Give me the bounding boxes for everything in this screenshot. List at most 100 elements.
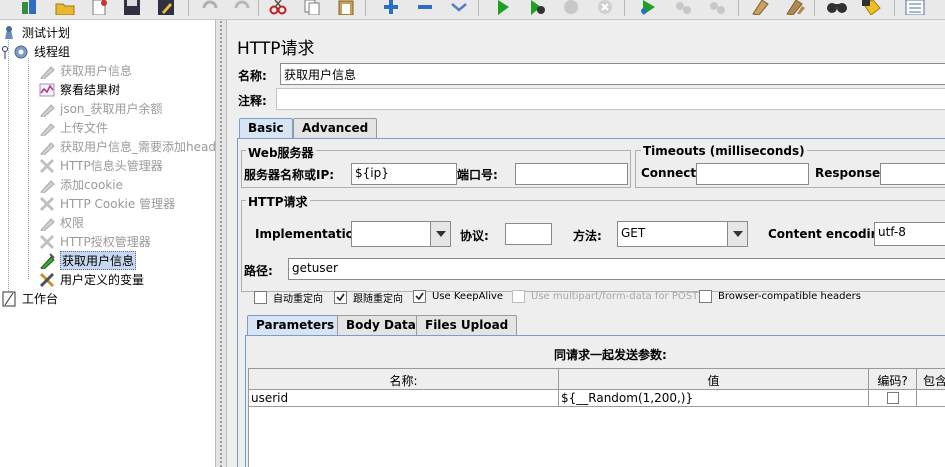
paste-icon[interactable] (335, 0, 357, 15)
implementation-select[interactable] (351, 221, 451, 247)
tree-node-workbench[interactable]: 工作台 (0, 289, 58, 308)
function-helper-icon[interactable] (904, 0, 926, 15)
new-icon[interactable] (88, 0, 110, 15)
split-pane-divider[interactable] (215, 20, 227, 467)
open-icon[interactable] (54, 0, 76, 15)
checkbox-box[interactable] (699, 290, 712, 303)
tree-node-config[interactable]: HTTP信息头管理器 (38, 156, 163, 175)
tree-node-sampler[interactable]: 添加cookie (38, 175, 123, 194)
protocol-field[interactable] (505, 223, 552, 245)
tree-node-sampler-selected[interactable]: 获取用户信息 (38, 251, 137, 270)
comment-field[interactable] (276, 88, 945, 110)
name-field[interactable]: 获取用户信息 (280, 63, 945, 85)
tree-node-label: 上传文件 (60, 121, 109, 135)
tab-basic[interactable]: Basic (239, 118, 293, 139)
cut-icon[interactable] (267, 0, 289, 15)
remote-stop-icon[interactable] (672, 0, 694, 15)
tree-node-config[interactable]: HTTP授权管理器 (38, 232, 151, 251)
tree-node-sampler[interactable]: 获取用户信息 (38, 61, 132, 80)
save-icon[interactable] (121, 0, 143, 15)
multipart-checkbox[interactable]: Use multipart/form-data for POST (512, 290, 698, 303)
remote-exit-icon[interactable] (706, 0, 728, 15)
workbench-icon (0, 291, 18, 307)
tree-node-sampler[interactable]: 上传文件 (38, 118, 108, 137)
pipette-icon (38, 252, 56, 269)
tree-node-sampler[interactable]: json_获取用户余额 (38, 99, 163, 118)
encode-checkbox[interactable] (886, 392, 899, 404)
param-value-cell[interactable]: ${__Random(1,200,)} (559, 390, 869, 407)
tree-node-label: 测试计划 (22, 26, 71, 40)
tree-node-test-plan[interactable]: 测试计划 (0, 23, 70, 42)
browser-headers-checkbox[interactable]: Browser-compatible headers (699, 290, 861, 303)
auto-redirect-checkbox[interactable]: 自动重定向 (254, 290, 323, 305)
tab-parameters[interactable]: Parameters (247, 315, 344, 336)
web-server-title: Web服务器 (246, 144, 316, 161)
chevron-down-icon[interactable] (430, 222, 450, 246)
server-field[interactable]: ${ip} (351, 163, 457, 185)
path-field[interactable]: getuser (288, 258, 945, 280)
checkbox-label: Browser-compatible headers (718, 291, 861, 302)
shutdown-icon[interactable] (594, 0, 616, 15)
tree-node-label: HTTP Cookie 管理器 (60, 197, 176, 211)
column-header-encode[interactable]: 编码? (869, 369, 917, 390)
tree-node-thread-group[interactable]: 线程组 (0, 42, 70, 61)
clear-icon[interactable] (750, 0, 772, 15)
checkbox-label: 跟随重定向 (353, 294, 403, 305)
checkbox-box[interactable] (254, 291, 267, 304)
pipette-icon (38, 177, 56, 193)
stop-icon[interactable] (560, 0, 582, 15)
tree-node-listener[interactable]: 察看结果树 (38, 80, 120, 99)
tree-node-label: 用户定义的变量 (60, 273, 145, 287)
connect-field[interactable] (696, 163, 809, 185)
port-label: 端口号: (457, 168, 498, 182)
start-icon[interactable] (492, 0, 514, 15)
tab-files-upload[interactable]: Files Upload (416, 315, 518, 336)
column-header-value[interactable]: 值 (559, 369, 869, 390)
start-no-pause-icon[interactable] (526, 0, 548, 15)
checkbox-box[interactable] (334, 291, 347, 304)
checkbox-box[interactable] (512, 290, 525, 303)
checkbox-label: Use KeepAlive (432, 291, 504, 302)
copy-icon[interactable] (301, 0, 323, 15)
http-request-title: HTTP请求 (246, 193, 310, 210)
tree-node-label: HTTP授权管理器 (60, 235, 151, 249)
tree-node-sampler[interactable]: 获取用户信息_需要添加header (38, 137, 215, 156)
response-field[interactable] (880, 163, 945, 185)
save-as-icon[interactable] (155, 0, 177, 15)
chevron-down-icon[interactable] (727, 222, 747, 246)
encoding-field[interactable]: utf-8 (874, 222, 945, 246)
port-field[interactable] (515, 163, 628, 185)
param-name-cell[interactable]: userid (249, 390, 559, 407)
tree-node-user-variables[interactable]: 用户定义的变量 (38, 270, 144, 289)
tree-node-label: 获取用户信息 (60, 64, 133, 78)
wrench-icon (38, 272, 56, 288)
tree-toggle-icon[interactable] (0, 44, 10, 60)
param-encode-cell[interactable] (869, 390, 917, 407)
follow-redirect-checkbox[interactable]: 跟随重定向 (334, 290, 403, 305)
tree-node-label: 添加cookie (60, 178, 123, 192)
keepalive-checkbox[interactable]: Use KeepAlive (413, 290, 503, 303)
tree-node-sampler[interactable]: 权限 (38, 213, 84, 232)
toggle-icon[interactable] (448, 0, 470, 15)
tab-body-data[interactable]: Body Data (337, 315, 425, 336)
tree-node-config[interactable]: HTTP Cookie 管理器 (38, 194, 175, 213)
reset-search-icon[interactable] (860, 0, 882, 15)
templates-icon[interactable] (18, 0, 40, 15)
expand-icon[interactable] (380, 0, 402, 15)
clear-all-icon[interactable] (784, 0, 806, 15)
checkbox-label: 自动重定向 (273, 294, 323, 305)
name-label: 名称: (238, 69, 267, 83)
column-header-include[interactable]: 包含 (917, 369, 945, 390)
method-select[interactable]: GET (617, 221, 748, 247)
param-include-cell[interactable] (917, 390, 945, 407)
tab-advanced[interactable]: Advanced (293, 118, 378, 139)
server-label: 服务器名称或IP: (244, 168, 335, 182)
undo-icon[interactable] (199, 0, 221, 15)
redo-icon[interactable] (231, 0, 253, 15)
remote-start-icon[interactable] (638, 0, 660, 15)
search-icon[interactable] (826, 0, 848, 15)
checkbox-box[interactable] (413, 290, 426, 303)
timeouts-title: Timeouts (milliseconds) (641, 144, 807, 158)
column-header-name[interactable]: 名称: (249, 369, 559, 390)
collapse-icon[interactable] (414, 0, 436, 15)
